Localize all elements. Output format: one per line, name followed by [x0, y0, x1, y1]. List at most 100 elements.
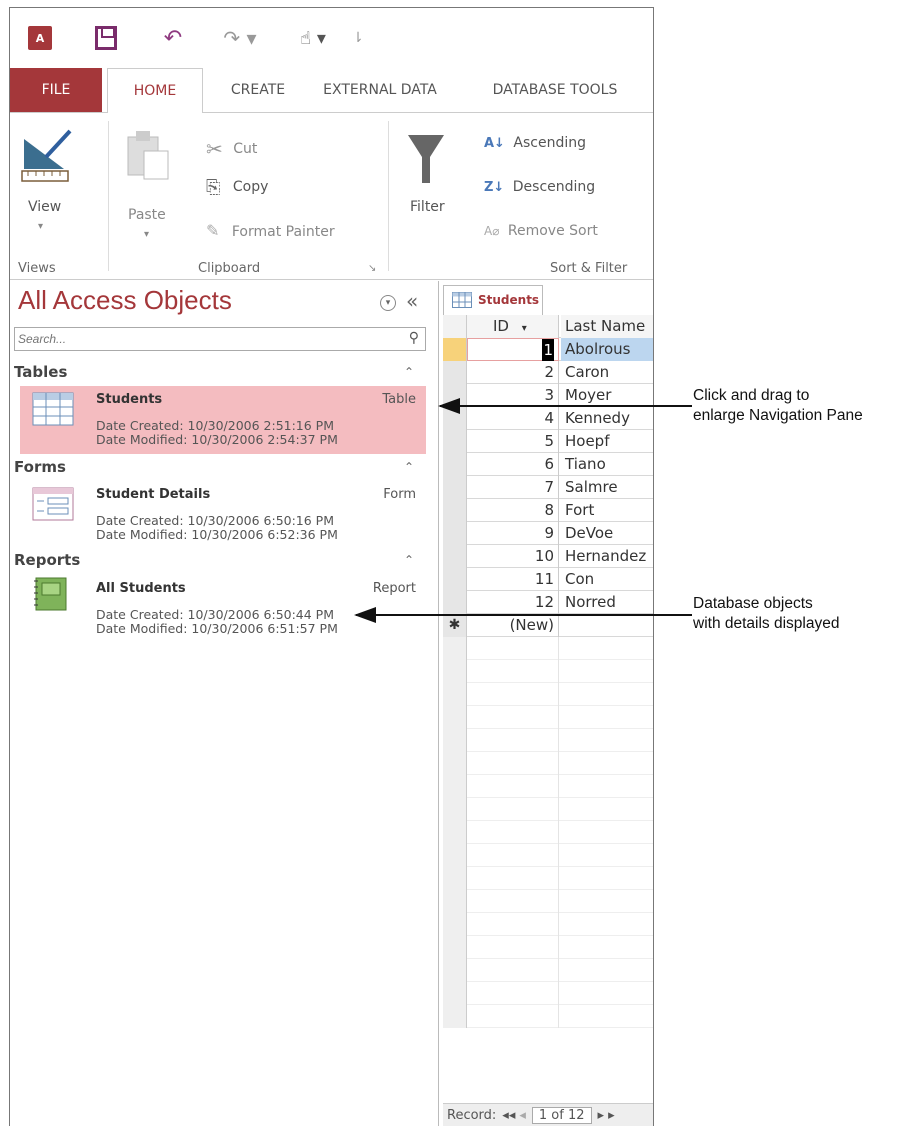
cell-last-name[interactable]: Moyer [561, 384, 653, 407]
table-row[interactable]: 4 Kennedy [443, 407, 653, 430]
nav-item-students-table[interactable]: Students Table Date Created: 10/30/2006 … [20, 386, 426, 454]
cell-last-name[interactable]: DeVoe [561, 522, 653, 545]
paste-dropdown-icon[interactable]: ▾ [144, 229, 149, 240]
cut-button[interactable]: ✂ Cut [206, 137, 257, 161]
cell-last-name[interactable]: Salmre [561, 476, 653, 499]
navigation-pane[interactable]: All Access Objects ▾ « ⚲ Tables ⌃ Studen… [10, 281, 430, 1126]
cell-id[interactable]: 1 [467, 338, 559, 361]
cell-id[interactable]: 8 [467, 499, 559, 522]
record-selector[interactable] [443, 361, 467, 384]
customize-qat-icon[interactable]: ⇂ [350, 26, 366, 50]
group-header-tables[interactable]: Tables ⌃ [14, 363, 426, 385]
current-record-input[interactable]: 1 of 12 [531, 1107, 592, 1124]
datasheet-grid[interactable]: ID ▾ Last Name 1 Abolrous 2 Caron 3 Moyer 4 Ken… [443, 315, 653, 1028]
cell-id[interactable]: 12 [467, 591, 559, 614]
cell-id[interactable]: 5 [467, 430, 559, 453]
table-row[interactable]: 1 Abolrous [443, 338, 653, 361]
touch-mode-icon[interactable]: ☝ ▾ [293, 26, 333, 50]
group-header-reports[interactable]: Reports ⌃ [14, 551, 426, 573]
descending-button[interactable]: Z↓ Descending [484, 179, 595, 195]
collapse-group-icon[interactable]: ⌃ [404, 460, 414, 474]
new-record-icon[interactable]: ✱ [443, 614, 467, 637]
cell-last-name[interactable]: Tiano [561, 453, 653, 476]
table-row[interactable]: 3 Moyer [443, 384, 653, 407]
record-selector[interactable] [443, 568, 467, 591]
cell-last-name[interactable] [561, 614, 653, 637]
group-header-forms[interactable]: Forms ⌃ [14, 458, 426, 480]
document-tab-students[interactable]: Students [443, 285, 543, 315]
table-row[interactable]: 8 Fort [443, 499, 653, 522]
previous-record-icon[interactable]: ◂ [519, 1108, 526, 1123]
table-row[interactable]: 10 Hernandez [443, 545, 653, 568]
tab-file[interactable]: FILE [10, 68, 102, 112]
remove-sort-button[interactable]: A⌀ Remove Sort [484, 223, 598, 239]
cell-last-name[interactable]: Hernandez [561, 545, 653, 568]
cell-id[interactable]: (New) [467, 614, 559, 637]
record-selector[interactable] [443, 476, 467, 499]
record-selector[interactable] [443, 545, 467, 568]
nav-item-student-details-form[interactable]: Student Details Form Date Created: 10/30… [20, 481, 426, 549]
tab-home[interactable]: HOME [107, 68, 203, 113]
clipboard-launcher-icon[interactable]: ↘ [368, 263, 376, 274]
cell-last-name[interactable]: Con [561, 568, 653, 591]
redo-icon[interactable]: ↷ ▾ [220, 26, 260, 50]
save-icon[interactable] [95, 26, 117, 50]
search-icon[interactable]: ⚲ [409, 330, 419, 346]
cell-id[interactable]: 3 [467, 384, 559, 407]
cell-last-name[interactable]: Abolrous [561, 338, 653, 361]
view-button[interactable]: View ▾ [18, 125, 78, 255]
access-app-icon[interactable]: A [28, 26, 52, 50]
copy-button[interactable]: ⎘ Copy [206, 177, 268, 198]
cell-id[interactable]: 11 [467, 568, 559, 591]
nav-menu-dropdown-icon[interactable]: ▾ [380, 295, 396, 311]
collapse-group-icon[interactable]: ⌃ [404, 365, 414, 379]
cell-last-name[interactable]: Hoepf [561, 430, 653, 453]
column-dropdown-icon[interactable]: ▾ [522, 323, 527, 334]
table-row[interactable]: 5 Hoepf [443, 430, 653, 453]
tab-external-data[interactable]: EXTERNAL DATA [310, 68, 450, 112]
new-record-row[interactable]: ✱ (New) [443, 614, 653, 637]
cell-id[interactable]: 2 [467, 361, 559, 384]
cell-id[interactable]: 10 [467, 545, 559, 568]
cell-id[interactable]: 4 [467, 407, 559, 430]
undo-icon[interactable]: ↶ [160, 26, 186, 51]
cell-id[interactable]: 9 [467, 522, 559, 545]
table-row[interactable]: 12 Norred [443, 591, 653, 614]
table-row[interactable]: 6 Tiano [443, 453, 653, 476]
table-row[interactable]: 9 DeVoe [443, 522, 653, 545]
filter-button[interactable]: Filter [406, 131, 456, 231]
cell-last-name[interactable]: Fort [561, 499, 653, 522]
collapse-nav-icon[interactable]: « [406, 289, 418, 313]
view-dropdown-icon[interactable]: ▾ [38, 221, 43, 232]
search-input[interactable] [15, 332, 395, 346]
record-selector[interactable] [443, 430, 467, 453]
next-record-icon[interactable]: ▸ ▸ [598, 1108, 615, 1123]
format-painter-button[interactable]: ✎ Format Painter [206, 221, 335, 240]
empty-row [443, 637, 653, 660]
column-header-last-name[interactable]: Last Name [561, 315, 653, 338]
table-row[interactable]: 7 Salmre [443, 476, 653, 499]
datasheet-view[interactable]: Students ID ▾ Last Name 1 Abolrous 2 Caron 3… [438, 281, 653, 1126]
paste-button[interactable]: Paste ▾ [122, 127, 182, 247]
record-selector[interactable] [443, 338, 467, 361]
column-header-id[interactable]: ID ▾ [467, 315, 559, 338]
record-selector[interactable] [443, 591, 467, 614]
cell-last-name[interactable]: Caron [561, 361, 653, 384]
tab-create[interactable]: CREATE [210, 68, 306, 112]
select-all-cell[interactable] [443, 315, 467, 338]
cell-last-name[interactable]: Norred [561, 591, 653, 614]
search-box[interactable]: ⚲ [14, 327, 426, 351]
record-selector[interactable] [443, 499, 467, 522]
cell-id[interactable]: 7 [467, 476, 559, 499]
nav-pane-title[interactable]: All Access Objects [18, 285, 232, 316]
cell-last-name[interactable]: Kennedy [561, 407, 653, 430]
record-selector[interactable] [443, 453, 467, 476]
ascending-button[interactable]: A↓ Ascending [484, 135, 586, 151]
collapse-group-icon[interactable]: ⌃ [404, 553, 414, 567]
table-row[interactable]: 11 Con [443, 568, 653, 591]
cell-id[interactable]: 6 [467, 453, 559, 476]
tab-database-tools[interactable]: DATABASE TOOLS [475, 68, 635, 112]
first-record-icon[interactable]: ◂◂ [502, 1108, 515, 1123]
table-row[interactable]: 2 Caron [443, 361, 653, 384]
record-selector[interactable] [443, 522, 467, 545]
